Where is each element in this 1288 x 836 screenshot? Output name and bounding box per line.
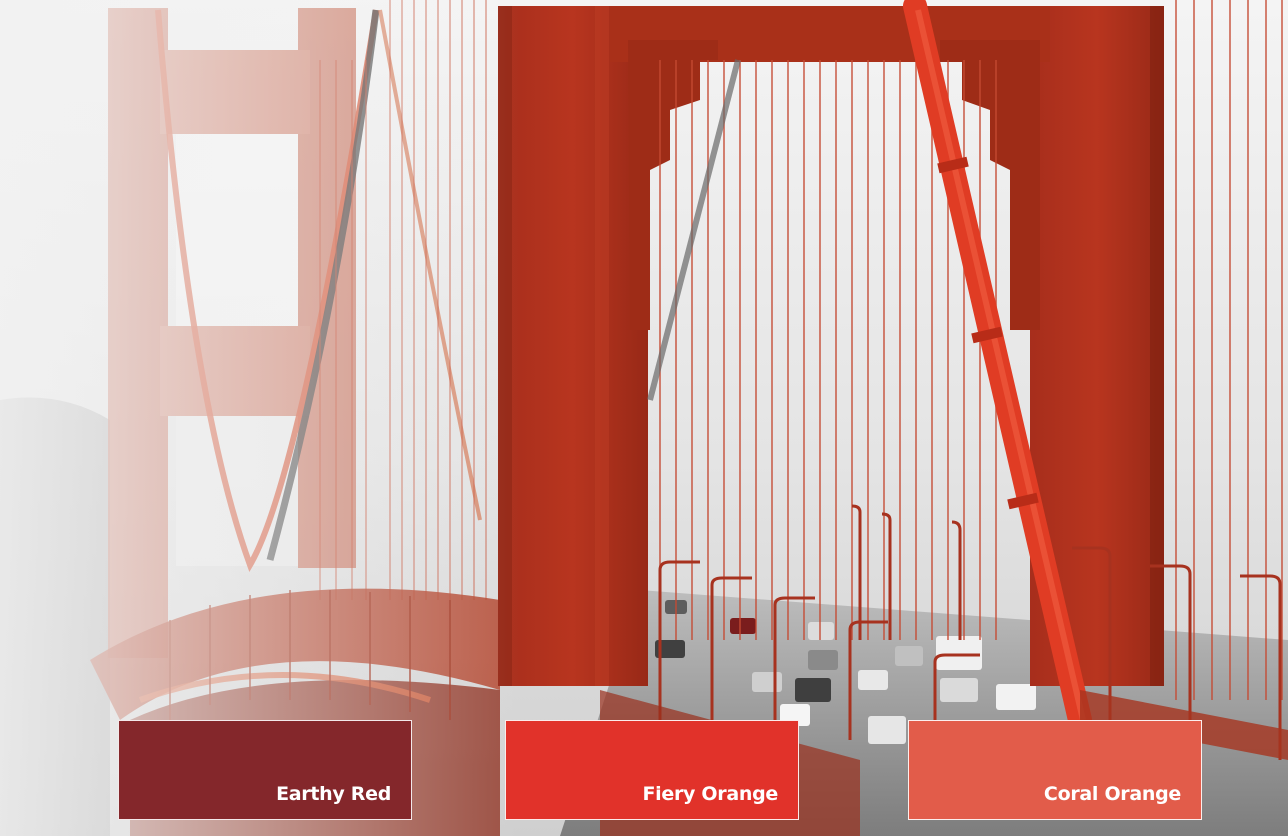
- swatch-label: Earthy Red: [276, 783, 391, 805]
- bridge-photo: [0, 0, 1288, 836]
- swatch-coral-orange: Coral Orange: [908, 720, 1202, 820]
- palette-card: Earthy Red Fiery Orange Coral Orange: [0, 0, 1288, 836]
- swatch-earthy-red: Earthy Red: [118, 720, 412, 820]
- swatch-fiery-orange: Fiery Orange: [505, 720, 799, 820]
- swatch-label: Coral Orange: [1043, 783, 1181, 805]
- swatch-label: Fiery Orange: [642, 783, 778, 805]
